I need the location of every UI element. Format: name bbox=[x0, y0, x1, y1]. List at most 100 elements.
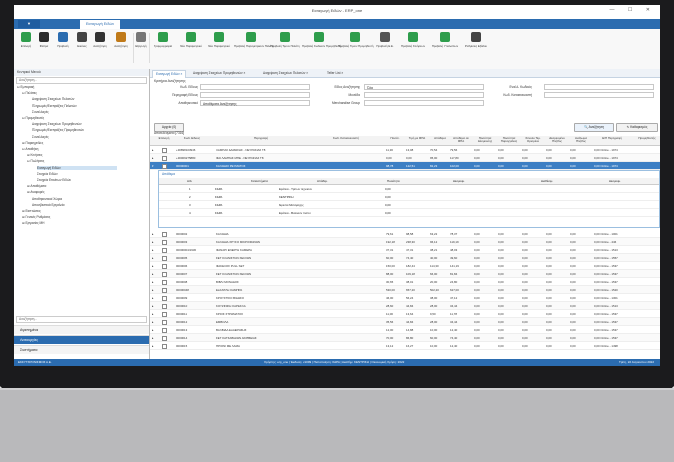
row-checkbox[interactable] bbox=[162, 155, 167, 161]
sidebar-item[interactable]: ⊞ Παραγγελίες bbox=[22, 141, 43, 145]
grid-column-header[interactable]: Τιμή με ΦΠΑ bbox=[406, 136, 428, 140]
row-checkbox[interactable] bbox=[162, 147, 167, 153]
window-controls[interactable]: — ☐ ✕ bbox=[610, 7, 656, 13]
sidebar-search-input[interactable]: Αναζήτηση... bbox=[16, 77, 147, 84]
detail-row[interactable]: 2 ΣΔΡΑ ΚΕΝΤΡΙΚΗ 0,00 bbox=[159, 193, 659, 201]
expand-icon[interactable]: ▸ bbox=[152, 296, 153, 300]
close-icon[interactable]: × bbox=[243, 71, 246, 75]
table-row[interactable]: ▸ 0000015 ΠΡΙΟΝΙ ΜΕ ΛΑΜΑ 13,12 16,27 10,00 12,… bbox=[150, 342, 660, 350]
clear-button[interactable]: ✎ Καθαρισμός bbox=[616, 123, 658, 132]
table-row[interactable]: ▾ 00000001 ΚΑΛΩΔΙΟ ΡΕΥΜΑΤΟΣ 98,78 122,51 82,2… bbox=[150, 162, 660, 170]
sidebar-item[interactable]: Αποθηκευτικοί Χώροι bbox=[32, 197, 62, 201]
expand-icon[interactable]: ▸ bbox=[152, 312, 153, 316]
ribbon-button-6[interactable]: Εξαγωγή bbox=[134, 32, 148, 48]
sidebar-item[interactable]: Πληρωμές/Εισπράξεις Προμηθευτών bbox=[32, 128, 84, 132]
expand-icon[interactable]: ▸ bbox=[152, 248, 153, 252]
close-icon[interactable]: × bbox=[180, 72, 183, 76]
expand-icon[interactable]: ▸ bbox=[152, 272, 153, 276]
table-row[interactable]: ▸ +30898103946 ΛΑΜΠΑΣ ΔΑΜΩΣΗΣ - ΝΕΥΡΩΝΑΣ Τ… bbox=[150, 146, 660, 154]
grid-column-header[interactable]: Προμηθευτής bbox=[636, 136, 658, 140]
grid-column-header[interactable]: Ποσότητα Παραγγελίας bbox=[498, 136, 520, 144]
ribbon-button-8[interactable]: Νέο Παραμετρικό bbox=[178, 32, 204, 48]
tab-document[interactable]: Διαχείριση Στοιχείων Πελατών × bbox=[260, 70, 311, 77]
row-checkbox[interactable] bbox=[162, 271, 167, 277]
table-row[interactable]: ▸ 00000004/1930 ΦΑΝΑΡΙ ΕΝΕΡΓΗ ΚΑΜΕΡΑ 37,31 4… bbox=[150, 246, 660, 254]
sidebar-nav-0[interactable]: Αγαπημένα bbox=[14, 325, 149, 334]
ribbon-button-17[interactable]: Ρυθμίσεις Εξόδου bbox=[462, 32, 490, 48]
ribbon-button-10[interactable]: Προβολή Παραμετρικών Πελάτη bbox=[234, 32, 274, 48]
expand-icon[interactable]: ▸ bbox=[152, 328, 153, 332]
sidebar-item[interactable]: ⊞ Αναφορές bbox=[27, 190, 45, 194]
ribbon-button-7[interactable]: Γραμμογραφία bbox=[150, 32, 176, 48]
expand-icon[interactable]: ▸ bbox=[152, 156, 153, 160]
ribbon-button-13[interactable]: Προβολή Τιμών Προμηθευτή bbox=[338, 32, 373, 48]
criteria-input[interactable] bbox=[200, 84, 310, 90]
search-button[interactable]: 🔍 Αναζήτηση bbox=[574, 123, 614, 132]
table-row[interactable]: ▸ 00000048 ΕΞΑΝΤΛΗ ΚΑΜΠΡΑ 530,00 657,20 502,2… bbox=[150, 286, 660, 294]
sidebar-nav-2[interactable]: Συστήματα bbox=[14, 345, 149, 354]
sidebar-item[interactable]: ⊟ Πελάτες bbox=[22, 91, 37, 95]
tab-document[interactable]: Διαχείριση Στοιχείων Προμηθευτών × bbox=[190, 70, 248, 77]
ribbon-button-5[interactable]: Αναζήτηση bbox=[110, 32, 132, 48]
detail-column-header[interactable]: Δεσμευμ. bbox=[453, 179, 465, 183]
expand-icon[interactable]: ▸ bbox=[152, 344, 153, 348]
ribbon-button-14[interactable]: Προβολή Ε.Ε. bbox=[374, 32, 396, 48]
criteria-input[interactable] bbox=[200, 92, 310, 98]
tab-active[interactable]: Εισαγωγή Ειδών bbox=[80, 20, 121, 29]
grid-column-header[interactable]: Δεσμευμένο Πλήθος bbox=[546, 136, 568, 144]
table-row[interactable]: ▸ 0000011 ΚΡΙΟΣ ΣΤΡΩΜΑΤΟΣ 11,00 13,64 9,50 11,… bbox=[150, 310, 660, 318]
expand-icon[interactable]: ▸ bbox=[152, 336, 153, 340]
expand-icon[interactable]: ▸ bbox=[152, 304, 153, 308]
row-checkbox[interactable] bbox=[162, 343, 167, 349]
detail-column-header[interactable]: Ποσότητα bbox=[387, 179, 400, 183]
expand-icon[interactable]: ▾ bbox=[152, 164, 153, 168]
grid-column-header[interactable]: Απόθεμα bbox=[430, 136, 450, 140]
detail-row[interactable]: 1 ΣΔΡΑ Ερέτεια - Τρίτων τεχνικών 0,00 bbox=[159, 185, 659, 193]
expand-icon[interactable]: ▸ bbox=[152, 280, 153, 284]
grid-column-header[interactable]: Απόθεμα σε ΦΠΑ bbox=[450, 136, 472, 144]
table-row[interactable]: ▸ 0000010 ΚΟΥΖΙΝΙΚΗ ΚΑΡΕΚΛΑ 28,60 44,84 28,00… bbox=[150, 302, 660, 310]
close-icon[interactable]: × bbox=[305, 71, 308, 75]
ribbon-button-16[interactable]: Προβολή Υπολοίπων bbox=[430, 32, 460, 48]
sidebar-item[interactable]: ⊞ Εκπτώσεις bbox=[22, 209, 41, 213]
expand-icon[interactable]: ▸ bbox=[152, 256, 153, 260]
sidebar-item[interactable]: ⊟ Εμπορική bbox=[17, 85, 34, 89]
grid-column-header[interactable]: Ποσότ. bbox=[386, 136, 404, 140]
row-checkbox[interactable] bbox=[162, 319, 167, 325]
table-row[interactable]: ▸ 0000008 ΒΙΒΛΙ ΜΟΝΑΔΟΣ 30,65 38,01 20,00 24,8… bbox=[150, 278, 660, 286]
row-checkbox[interactable] bbox=[162, 311, 167, 317]
sidebar-item[interactable]: ⊟ Αποθήκη bbox=[22, 147, 38, 151]
row-checkbox[interactable] bbox=[162, 255, 167, 261]
table-row[interactable]: ▸ 0000007 ΣΕΤ ΚΛΑΝΙΣΤΩΝ ΧΕΙΛΙΩΝ 88,00 109,18… bbox=[150, 270, 660, 278]
criteria-input[interactable]: Αποθέματα Αναζήτησης bbox=[200, 100, 310, 106]
detail-column-header[interactable]: Δεσμευμ. bbox=[609, 179, 621, 183]
row-checkbox[interactable] bbox=[162, 263, 167, 269]
row-checkbox[interactable] bbox=[162, 239, 167, 245]
grid-column-header[interactable]: Ανάλωμα Πλήθος bbox=[570, 136, 592, 144]
detail-row[interactable]: 3 ΣΔΡΑ Έρειπα Μεταγείχης 0,00 bbox=[159, 201, 659, 209]
ribbon-button-3[interactable]: Εικόνες bbox=[74, 32, 90, 48]
detail-column-header[interactable]: Καταστήματα bbox=[251, 179, 268, 183]
criteria-input[interactable] bbox=[544, 84, 654, 90]
table-row[interactable]: ▸ 0000003 ΚΑΛΩΔΙΑ ΧΡΥΣΟ ΜΙΚΡΟΦΩΝΩΝ 192,18 23… bbox=[150, 238, 660, 246]
sidebar-item[interactable]: ⊞ Γενικές Ρυθμίσεις bbox=[22, 215, 50, 219]
criteria-input[interactable] bbox=[364, 100, 484, 106]
expand-icon[interactable]: ▸ bbox=[152, 288, 153, 292]
grid-column-header[interactable]: Κωδ. Κατασκευαστή bbox=[320, 136, 372, 140]
sidebar-item[interactable]: Διαχείριση Στοιχείων Πελατών bbox=[32, 97, 74, 101]
ribbon-button-4[interactable]: Αναζήτηση bbox=[92, 32, 108, 48]
row-checkbox[interactable] bbox=[162, 327, 167, 333]
sidebar-bottom-search[interactable]: Αναζήτηση... bbox=[16, 316, 147, 323]
row-checkbox[interactable] bbox=[162, 247, 167, 253]
detail-column-header[interactable]: Απόθεμ. bbox=[317, 179, 328, 183]
sidebar-item[interactable]: Στοιχεία Ετικέτων Ειδών bbox=[37, 178, 71, 182]
sidebar-item[interactable]: ⊞ Αποθέματα bbox=[27, 184, 46, 188]
tab-document[interactable]: Teller List × bbox=[324, 70, 346, 77]
table-row[interactable]: ▸ +30009275880 ΦΑΙ ΛΑΜΠΑΣ ΜΠΕ - ΝΕΥΡΩΝΑΣ Τ… bbox=[150, 154, 660, 162]
grid-column-header[interactable]: Ε/Π Περιγραφή bbox=[594, 136, 630, 140]
ribbon-button-12[interactable]: Προβολή Κωδικών Προμηθευτή bbox=[302, 32, 341, 48]
ribbon-button-0[interactable]: Επιλογή bbox=[18, 32, 34, 48]
sidebar-item[interactable]: ⊞ Εργασίες ΜΗ bbox=[22, 221, 44, 225]
app-menu-button[interactable]: ▼ bbox=[18, 20, 40, 28]
detail-column-header[interactable]: Α/Α bbox=[187, 179, 192, 183]
